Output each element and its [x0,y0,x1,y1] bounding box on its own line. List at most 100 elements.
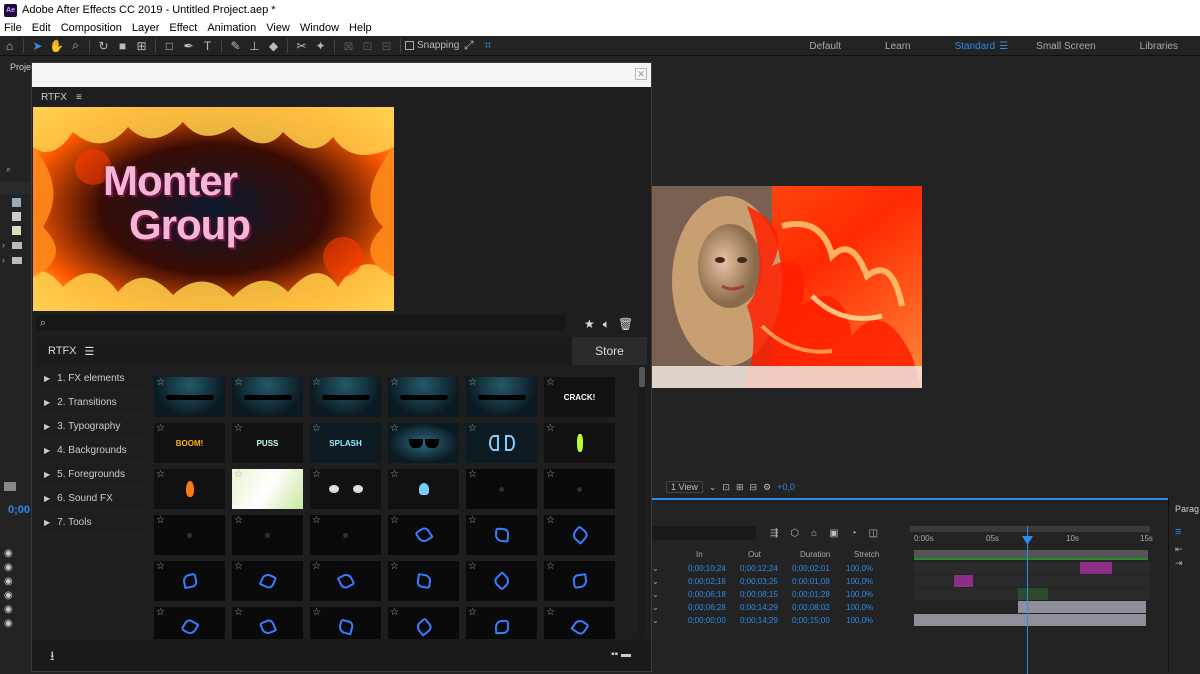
favorite-star-icon[interactable]: ☆ [156,515,165,526]
effect-thumbnail[interactable]: PUSS ☆ [232,423,303,463]
timeline-layer-row[interactable]: ⌄ 0;00;06;18 0;00;08;15 0;00;01;28 100,0% [652,590,910,602]
menu-view[interactable]: View [266,22,290,34]
effect-thumbnail[interactable]: ☆ [388,561,459,601]
layer-duration[interactable]: 0;00;15;00 [792,616,846,628]
effect-thumbnail[interactable]: ☆ [232,469,303,509]
clip-bar-4[interactable] [1018,601,1146,613]
favorite-star-icon[interactable]: ☆ [546,377,555,388]
align-left-icon[interactable]: ≡ [1175,526,1181,538]
effect-thumbnail[interactable]: ☆ [466,423,537,463]
trash-icon[interactable]: 🗑︎ [618,317,633,331]
workspace-learn[interactable]: Learn [863,41,933,52]
effect-thumbnail[interactable]: BOOM! ☆ [154,423,225,463]
graph-editor-icon[interactable]: ◫ [869,528,878,539]
visibility-eye-icon[interactable]: ◉ [4,548,13,559]
shy-layers-icon[interactable]: ⌂ [811,528,817,539]
column-duration[interactable]: Duration [800,550,854,562]
chevron-down-icon[interactable]: ⌄ [652,577,688,589]
menu-edit[interactable]: Edit [32,22,51,34]
zoom-tool-icon[interactable]: ⌕ [66,37,85,55]
folder-icon[interactable] [12,242,22,249]
indent-left-icon[interactable]: ⇤ [1175,544,1183,555]
visibility-eye-icon-4[interactable]: ◉ [4,590,13,601]
clip-bar-5[interactable] [914,614,1146,626]
effect-thumbnail[interactable]: ☆ [388,377,459,417]
library-selector[interactable]: RTFX ☰ [36,345,94,358]
effect-thumbnail[interactable]: ☆ [466,561,537,601]
playhead-line[interactable] [1027,526,1028,674]
project-search-icon[interactable]: ⌕ [6,164,11,175]
category-fx-elements[interactable]: ▶ 1. FX elements [36,367,148,391]
favorite-star-icon[interactable]: ☆ [546,423,555,434]
effect-thumbnail[interactable]: ☆ [232,377,303,417]
effect-thumbnail[interactable]: ☆ [388,469,459,509]
puppet-tool-icon[interactable]: ✦ [311,37,330,55]
favorite-star-icon[interactable]: ☆ [468,607,477,618]
effect-thumbnail[interactable]: ☆ [154,377,225,417]
effect-thumbnail[interactable]: ☆ [154,515,225,555]
effect-thumbnail[interactable]: ☆ [232,561,303,601]
layer-duration[interactable]: 0;00;01;28 [792,590,846,602]
favorite-star-icon[interactable]: ☆ [156,423,165,434]
roto-brush-tool-icon[interactable]: ✂ [292,37,311,55]
menu-help[interactable]: Help [349,22,372,34]
favorite-star-icon[interactable]: ☆ [312,607,321,618]
grid-scrollbar-track[interactable] [639,367,645,639]
favorite-star-icon[interactable]: ☆ [156,561,165,572]
favorite-star-icon[interactable]: ☆ [390,377,399,388]
effect-thumbnail[interactable]: ☆ [544,469,615,509]
favorite-star-icon[interactable]: ☆ [312,515,321,526]
chevron-down-icon[interactable]: ⌄ [652,564,688,576]
grid-scrollbar-thumb[interactable] [639,367,645,387]
project-panel-tab[interactable]: Proje [10,62,31,72]
workspace-menu-icon[interactable]: ☰ [999,41,1008,52]
layer-in[interactable]: 0;00;02;18 [688,577,740,589]
view-layout-select[interactable]: 1 View [666,481,703,493]
type-tool-icon[interactable]: T [198,37,217,55]
home-icon[interactable]: ⌂ [0,37,19,55]
effect-thumbnail[interactable]: ☆ [388,423,459,463]
grid-view-icon[interactable]: ▪▪ ▬ [611,649,631,660]
fast-previews-icon[interactable]: ⊞ [736,482,744,493]
favorite-star-icon[interactable]: ☆ [312,377,321,388]
effect-thumbnail[interactable]: ☆ [544,607,615,639]
footage-item-icon[interactable] [12,212,21,221]
menu-effect[interactable]: Effect [169,22,197,34]
snapping-checkbox[interactable] [405,41,414,50]
effect-thumbnail[interactable]: ☆ [544,515,615,555]
toggle-pixel-aspect-icon[interactable]: ⊡ [722,482,730,493]
composition-item-icon[interactable] [12,198,21,207]
effect-thumbnail[interactable]: ☆ [154,561,225,601]
layer-out[interactable]: 0;00;12;24 [740,564,792,576]
effect-thumbnail[interactable]: ☆ [466,469,537,509]
snap-target-icon[interactable]: ⌗ [478,37,497,55]
favorite-star-icon[interactable]: ☆ [390,607,399,618]
column-in[interactable]: In [696,550,748,562]
favorite-star-icon[interactable]: ☆ [390,561,399,572]
effect-thumbnail[interactable]: ☆ [388,607,459,639]
favorite-star-icon[interactable]: ☆ [546,561,555,572]
brush-tool-icon[interactable]: ✎ [226,37,245,55]
category-backgrounds[interactable]: ▶ 4. Backgrounds [36,439,148,463]
time-navigator[interactable] [914,550,1148,558]
favorite-star-icon[interactable]: ☆ [234,607,243,618]
local-axis-icon[interactable]: ⊠ [339,37,358,55]
effect-thumbnail[interactable]: ☆ [544,423,615,463]
category-transitions[interactable]: ▶ 2. Transitions [36,391,148,415]
paragraph-panel-tab[interactable]: Parag [1175,504,1199,514]
panel-menu-icon[interactable]: ≡ [76,92,82,103]
favorite-star-icon[interactable]: ☆ [156,607,165,618]
favorite-star-icon[interactable]: ☆ [156,377,165,388]
eraser-tool-icon[interactable]: ◆ [264,37,283,55]
world-axis-icon[interactable]: ⊡ [358,37,377,55]
menu-layer[interactable]: Layer [132,22,160,34]
frame-blending-icon[interactable]: ▣ [829,528,838,539]
layer-stretch[interactable]: 100,0% [846,590,900,602]
chevron-down-icon[interactable]: ⌄ [652,603,688,615]
rtfx-window-titlebar[interactable]: ✕ [32,63,651,87]
hand-tool-icon[interactable]: ✋ [47,37,66,55]
sound-icon[interactable]: 🔈︎ [603,317,610,332]
clip-bar-2[interactable] [954,575,973,587]
folder-icon-2[interactable] [12,257,22,264]
favorite-star-icon[interactable]: ☆ [234,377,243,388]
